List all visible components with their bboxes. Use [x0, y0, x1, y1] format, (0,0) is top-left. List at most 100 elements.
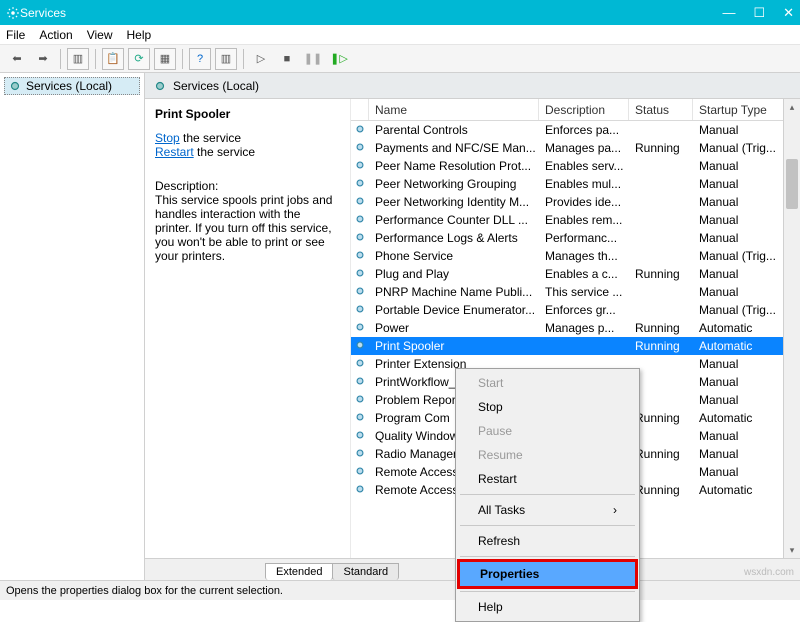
scroll-up-icon[interactable]: ▴	[784, 99, 800, 115]
desc-label: Description:	[155, 179, 340, 193]
minimize-button[interactable]: —	[722, 5, 735, 21]
gear-icon	[353, 392, 367, 406]
svc-startup: Manual	[693, 159, 783, 173]
svc-desc: Enforces pa...	[539, 123, 629, 137]
ctx-pause: Pause	[458, 419, 637, 443]
ctx-stop[interactable]: Stop	[458, 395, 637, 419]
svc-desc: Enables serv...	[539, 159, 629, 173]
svc-desc: Enables rem...	[539, 213, 629, 227]
service-row[interactable]: PowerManages p...RunningAutomaticLoc	[351, 319, 783, 337]
scroll-thumb[interactable]	[786, 159, 798, 209]
stop-service-link[interactable]: Stop	[155, 131, 180, 145]
pause-service-button[interactable]: ❚❚	[302, 48, 324, 70]
ctx-properties[interactable]: Properties	[457, 559, 638, 589]
scroll-down-icon[interactable]: ▾	[784, 542, 800, 558]
svc-startup: Manual	[693, 465, 783, 479]
stop-service-button[interactable]: ■	[276, 48, 298, 70]
svc-startup: Manual	[693, 447, 783, 461]
tab-extended[interactable]: Extended	[265, 563, 333, 580]
gear-icon	[353, 140, 367, 154]
svc-startup: Manual (Trig...	[693, 141, 783, 155]
menu-action[interactable]: Action	[39, 28, 72, 42]
titlebar: Services — ☐ ✕	[0, 0, 800, 25]
maximize-button[interactable]: ☐	[753, 5, 765, 21]
gear-icon	[153, 79, 167, 93]
service-row[interactable]: Print SpoolerRunningAutomaticLoc	[351, 337, 783, 355]
col-desc[interactable]: Description	[539, 99, 629, 120]
menu-help[interactable]: Help	[127, 28, 152, 42]
svc-name: Peer Networking Identity M...	[369, 195, 539, 209]
svc-desc: Manages pa...	[539, 141, 629, 155]
service-row[interactable]: Peer Networking Identity M...Provides id…	[351, 193, 783, 211]
svc-status: Running	[629, 321, 693, 335]
svc-name: PNRP Machine Name Publi...	[369, 285, 539, 299]
gear-icon	[353, 302, 367, 316]
svc-name: Performance Counter DLL ...	[369, 213, 539, 227]
ctx-resume: Resume	[458, 443, 637, 467]
help-button[interactable]: ?	[189, 48, 211, 70]
desc-text: This service spools print jobs and handl…	[155, 193, 340, 263]
gear-icon	[353, 266, 367, 280]
restart-service-button[interactable]: ❚▷	[328, 48, 350, 70]
gear-icon	[353, 320, 367, 334]
watermark: wsxdn.com	[744, 567, 794, 578]
gear-icon	[353, 158, 367, 172]
service-row[interactable]: Peer Name Resolution Prot...Enables serv…	[351, 157, 783, 175]
service-row[interactable]: Peer Networking GroupingEnables mul...Ma…	[351, 175, 783, 193]
gear-icon	[353, 482, 367, 496]
show-hide-tree-button[interactable]: ▥	[67, 48, 89, 70]
ctx-help[interactable]: Help	[458, 595, 637, 619]
ctx-refresh[interactable]: Refresh	[458, 529, 637, 553]
right-header-label: Services (Local)	[173, 79, 259, 93]
gear-icon	[353, 122, 367, 136]
toolbar: ⬅ ➡ ▥ 📋 ⟳ ▦ ? ▥ ▷ ■ ❚❚ ❚▷	[0, 45, 800, 73]
menubar: File Action View Help	[0, 25, 800, 45]
col-startup[interactable]: Startup Type	[693, 99, 785, 120]
close-button[interactable]: ✕	[783, 5, 794, 21]
back-button[interactable]: ⬅	[6, 48, 28, 70]
svc-name: Plug and Play	[369, 267, 539, 281]
menu-file[interactable]: File	[6, 28, 25, 42]
right-header: Services (Local)	[145, 73, 800, 99]
vertical-scrollbar[interactable]: ▴ ▾	[783, 99, 800, 558]
svc-startup: Manual	[693, 195, 783, 209]
properties-button[interactable]: ▦	[154, 48, 176, 70]
ctx-restart[interactable]: Restart	[458, 467, 637, 491]
ctx-all-tasks-label: All Tasks	[478, 503, 525, 517]
service-row[interactable]: Phone ServiceManages th...Manual (Trig..…	[351, 247, 783, 265]
gear-icon	[353, 338, 367, 352]
service-row[interactable]: Performance Logs & AlertsPerformanc...Ma…	[351, 229, 783, 247]
refresh-button[interactable]: ⟳	[128, 48, 150, 70]
svc-startup: Manual	[693, 177, 783, 191]
svc-startup: Automatic	[693, 483, 783, 497]
gear-icon	[353, 428, 367, 442]
context-menu: Start Stop Pause Resume Restart All Task…	[455, 368, 640, 622]
service-row[interactable]: Parental ControlsEnforces pa...ManualLoc	[351, 121, 783, 139]
gear-icon	[353, 464, 367, 478]
tab-standard[interactable]: Standard	[332, 563, 399, 580]
export-button[interactable]: 📋	[102, 48, 124, 70]
service-row[interactable]: Plug and PlayEnables a c...RunningManual…	[351, 265, 783, 283]
tree-root-label: Services (Local)	[26, 79, 112, 93]
start-service-button[interactable]: ▷	[250, 48, 272, 70]
svc-startup: Manual	[693, 393, 783, 407]
service-row[interactable]: Portable Device Enumerator...Enforces gr…	[351, 301, 783, 319]
gear-icon	[353, 446, 367, 460]
svc-status: Running	[629, 141, 693, 155]
service-row[interactable]: PNRP Machine Name Publi...This service .…	[351, 283, 783, 301]
col-name[interactable]: Name	[369, 99, 539, 120]
service-row[interactable]: Performance Counter DLL ...Enables rem..…	[351, 211, 783, 229]
svc-startup: Manual	[693, 357, 783, 371]
service-row[interactable]: Payments and NFC/SE Man...Manages pa...R…	[351, 139, 783, 157]
toolbar-extra[interactable]: ▥	[215, 48, 237, 70]
main-area: Services (Local) Services (Local) Print …	[0, 73, 800, 580]
tree-root-services-local[interactable]: Services (Local)	[4, 77, 140, 95]
forward-button[interactable]: ➡	[32, 48, 54, 70]
svc-startup: Manual	[693, 429, 783, 443]
col-status[interactable]: Status	[629, 99, 693, 120]
svc-status: Running	[629, 267, 693, 281]
menu-view[interactable]: View	[87, 28, 113, 42]
restart-service-link[interactable]: Restart	[155, 145, 194, 159]
ctx-all-tasks[interactable]: All Tasks›	[458, 498, 637, 522]
svc-name: Peer Name Resolution Prot...	[369, 159, 539, 173]
